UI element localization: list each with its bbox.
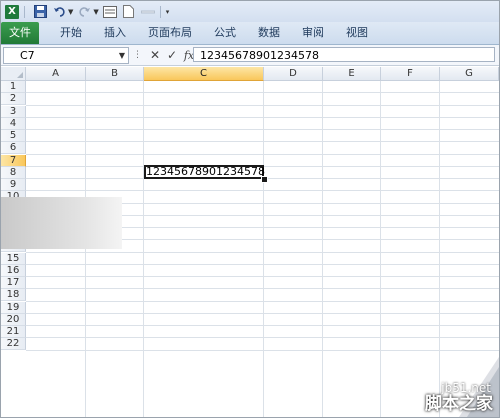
excel-icon[interactable]: X xyxy=(4,4,20,20)
save-icon[interactable] xyxy=(32,4,48,20)
gridline-v xyxy=(85,81,86,417)
row-header-22[interactable]: 22 xyxy=(1,338,26,351)
name-box[interactable]: C7 ▼ xyxy=(3,47,129,64)
formula-bar-resize-icon[interactable]: ⋮ xyxy=(133,50,142,60)
gridline-h xyxy=(26,92,499,94)
row-header-17[interactable]: 17 xyxy=(1,277,26,290)
worksheet-grid[interactable]: A B C D E F G 12345678910111213141516171… xyxy=(1,67,499,417)
gridline-h xyxy=(26,129,499,131)
column-header-a[interactable]: A xyxy=(26,67,86,81)
redo-dropdown-icon[interactable]: ▼ xyxy=(93,8,98,16)
row-header-3[interactable]: 3 xyxy=(1,105,26,118)
row-header-1[interactable]: 1 xyxy=(1,81,26,93)
gridline-h xyxy=(26,312,499,314)
gridline-h xyxy=(26,325,499,327)
gridline-h xyxy=(26,288,499,290)
new-icon[interactable] xyxy=(121,4,137,20)
gridline-h xyxy=(26,153,499,155)
blurred-region xyxy=(1,197,122,249)
gridline-h xyxy=(26,116,499,118)
tab-page-layout[interactable]: 页面布局 xyxy=(137,22,203,44)
column-header-d[interactable]: D xyxy=(264,67,323,81)
qat-divider xyxy=(24,5,25,18)
tab-view[interactable]: 视图 xyxy=(335,22,379,44)
undo-dropdown-icon[interactable]: ▼ xyxy=(68,8,73,16)
row-header-15[interactable]: 15 xyxy=(1,252,26,265)
tab-review[interactable]: 审阅 xyxy=(291,22,335,44)
column-header-g[interactable]: G xyxy=(440,67,499,81)
gridline-v xyxy=(380,81,381,417)
active-cell-c7[interactable]: 12345678901234578 xyxy=(144,165,265,179)
gridline-v xyxy=(322,81,323,417)
blank-icon[interactable] xyxy=(140,4,156,20)
fill-handle[interactable] xyxy=(261,176,268,183)
excel-window: X ▼ ▼ ▾ 文件 开始 插入 页面布局 公式 数据 审阅 视图 C7 ▼ ⋮… xyxy=(0,0,500,418)
formula-input[interactable]: 12345678901234578 xyxy=(193,47,495,62)
gridline-h xyxy=(26,141,499,143)
row-header-9[interactable]: 9 xyxy=(1,179,26,192)
gridline-v xyxy=(439,81,440,417)
row-header-18[interactable]: 18 xyxy=(1,289,26,302)
gridline-h xyxy=(26,276,499,278)
row-header-4[interactable]: 4 xyxy=(1,117,26,130)
gridline-v xyxy=(263,81,264,417)
gridline-h xyxy=(26,263,499,265)
gridline-v xyxy=(143,81,144,417)
tab-file[interactable]: 文件 xyxy=(1,22,39,44)
row-header-7[interactable]: 7 xyxy=(1,154,26,167)
column-header-e[interactable]: E xyxy=(323,67,381,81)
formula-bar: C7 ▼ ⋮ ✕ ✓ fx 12345678901234578 xyxy=(1,45,499,66)
name-box-value: C7 xyxy=(20,49,35,62)
gridline-h xyxy=(26,337,499,339)
row-header-16[interactable]: 16 xyxy=(1,264,26,277)
column-header-b[interactable]: B xyxy=(86,67,144,81)
form-icon[interactable] xyxy=(102,4,118,20)
customize-icon[interactable]: ▾ xyxy=(166,8,170,16)
row-header-5[interactable]: 5 xyxy=(1,130,26,143)
cancel-icon[interactable]: ✕ xyxy=(148,48,162,62)
undo-icon[interactable] xyxy=(51,4,67,20)
row-header-20[interactable]: 20 xyxy=(1,313,26,326)
qat-divider-2 xyxy=(159,5,161,18)
tab-formulas[interactable]: 公式 xyxy=(203,22,247,44)
confirm-icon[interactable]: ✓ xyxy=(165,48,179,62)
row-header-19[interactable]: 19 xyxy=(1,301,26,314)
row-header-6[interactable]: 6 xyxy=(1,142,26,155)
column-header-f[interactable]: F xyxy=(381,67,440,81)
formula-buttons: ⋮ ✕ ✓ fx xyxy=(133,47,199,63)
redo-icon[interactable] xyxy=(76,4,92,20)
gridline-h xyxy=(26,190,499,192)
name-box-dropdown-icon[interactable]: ▼ xyxy=(119,48,125,63)
tab-insert[interactable]: 插入 xyxy=(93,22,137,44)
gridline-h xyxy=(26,349,499,351)
row-header-2[interactable]: 2 xyxy=(1,93,26,106)
quick-access-toolbar: X ▼ ▼ ▾ xyxy=(1,1,499,22)
gridline-h xyxy=(26,104,499,106)
row-header-21[interactable]: 21 xyxy=(1,326,26,339)
tab-data[interactable]: 数据 xyxy=(247,22,291,44)
row-header-8[interactable]: 8 xyxy=(1,166,26,179)
column-header-c[interactable]: C xyxy=(144,67,264,81)
watermark-brand: 脚本之家 xyxy=(425,394,493,414)
select-all-button[interactable] xyxy=(1,67,26,81)
gridline-h xyxy=(26,251,499,253)
tab-home[interactable]: 开始 xyxy=(49,22,93,44)
ribbon-tabs: 文件 开始 插入 页面布局 公式 数据 审阅 视图 xyxy=(1,22,499,45)
gridline-h xyxy=(26,300,499,302)
